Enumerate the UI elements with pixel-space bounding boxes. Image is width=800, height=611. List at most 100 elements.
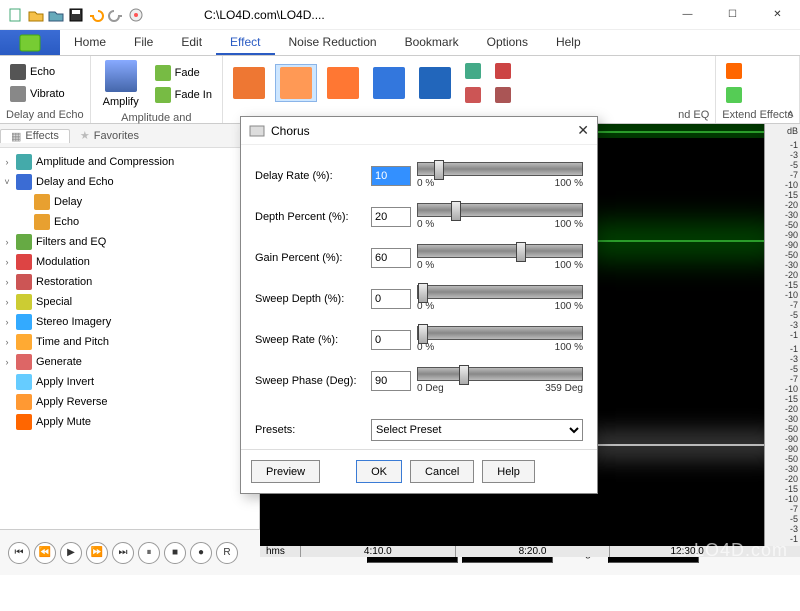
tab-options[interactable]: Options (473, 30, 542, 55)
tree-node[interactable]: ›Special (2, 292, 257, 312)
slider-thumb[interactable] (418, 283, 428, 303)
qat-new-icon[interactable] (8, 7, 24, 23)
qat-save-icon[interactable] (68, 7, 84, 23)
qat-undo-icon[interactable] (88, 7, 104, 23)
chevron-right-icon[interactable]: › (2, 237, 12, 247)
tree-node[interactable]: Apply Mute (2, 412, 257, 432)
tree-node-icon (16, 314, 32, 330)
record-button[interactable]: ● (190, 542, 212, 564)
param-input[interactable] (371, 166, 411, 186)
ribbon-echo-button[interactable]: Echo (6, 62, 69, 82)
param-slider[interactable]: 0 %100 % (417, 326, 583, 353)
chevron-right-icon[interactable]: › (2, 277, 12, 287)
tree-node[interactable]: ›Amplitude and Compression (2, 152, 257, 172)
param-slider[interactable]: 0 %100 % (417, 285, 583, 312)
ribbon-effect-btn-3[interactable] (323, 65, 363, 101)
tab-noise-reduction[interactable]: Noise Reduction (275, 30, 391, 55)
chevron-right-icon[interactable]: › (2, 157, 12, 167)
close-button[interactable]: ✕ (755, 0, 800, 29)
skip-start-button[interactable]: ⏮ (8, 542, 30, 564)
tree-node[interactable]: ›Generate (2, 352, 257, 372)
help-button[interactable]: Help (482, 460, 535, 483)
ribbon-effect-btn-2-selected[interactable] (275, 64, 317, 102)
ribbon-small-btn-d[interactable] (491, 85, 515, 105)
chevron-down-icon[interactable]: ˅ (2, 177, 12, 187)
param-slider[interactable]: 0 %100 % (417, 162, 583, 189)
tree-node[interactable]: Apply Reverse (2, 392, 257, 412)
slider-thumb[interactable] (516, 242, 526, 262)
ribbon-effect-btn-4[interactable] (369, 65, 409, 101)
tree-node[interactable]: ›Time and Pitch (2, 332, 257, 352)
tab-edit[interactable]: Edit (167, 30, 216, 55)
slider-thumb[interactable] (451, 201, 461, 221)
tree-node[interactable]: ›Modulation (2, 252, 257, 272)
chevron-right-icon[interactable]: › (2, 317, 12, 327)
slider-thumb[interactable] (418, 324, 428, 344)
stop-button[interactable]: ■ (164, 542, 186, 564)
chevron-right-icon[interactable]: › (2, 257, 12, 267)
time-ruler[interactable]: hms 4:10.0 8:20.0 12:30.0 (260, 546, 800, 557)
tree-child-node[interactable]: Delay (2, 192, 257, 212)
pause-button[interactable]: ⏸ (138, 542, 160, 564)
qat-redo-icon[interactable] (108, 7, 124, 23)
tree-node[interactable]: Apply Invert (2, 372, 257, 392)
skip-end-button[interactable]: ⏭ (112, 542, 134, 564)
app-menu-button[interactable] (0, 30, 60, 55)
ribbon-fade-label: Fade (175, 67, 200, 79)
chevron-right-icon[interactable]: › (2, 297, 12, 307)
slider-max: 100 % (555, 260, 583, 271)
ribbon-vibrato-button[interactable]: Vibrato (6, 84, 69, 104)
tree-node[interactable]: ›Filters and EQ (2, 232, 257, 252)
tree-node-label: Apply Reverse (36, 396, 108, 408)
ribbon-small-btn-c[interactable] (491, 61, 515, 81)
repeat-button[interactable]: R (216, 542, 238, 564)
param-slider[interactable]: 0 Deg359 Deg (417, 367, 583, 394)
ribbon-effect-btn-5[interactable] (415, 65, 455, 101)
ribbon-fadein-button[interactable]: Fade In (151, 85, 216, 105)
tree-node[interactable]: ›Restoration (2, 272, 257, 292)
presets-select[interactable]: Select Preset (371, 419, 583, 441)
ribbon-small-btn-a[interactable] (461, 61, 485, 81)
param-input[interactable] (371, 248, 411, 268)
qat-open-icon[interactable] (28, 7, 44, 23)
sidebar-tab-effects[interactable]: ▦Effects (0, 129, 70, 143)
param-slider[interactable]: 0 %100 % (417, 203, 583, 230)
tree-child-node[interactable]: Echo (2, 212, 257, 232)
rewind-button[interactable]: ⏪ (34, 542, 56, 564)
param-input[interactable] (371, 371, 411, 391)
ok-button[interactable]: OK (356, 460, 402, 483)
fast-forward-button[interactable]: ⏩ (86, 542, 108, 564)
param-input[interactable] (371, 289, 411, 309)
cancel-button[interactable]: Cancel (410, 460, 474, 483)
tab-bookmark[interactable]: Bookmark (391, 30, 473, 55)
ribbon-ext-btn-2[interactable] (722, 85, 746, 105)
slider-thumb[interactable] (459, 365, 469, 385)
sidebar-tab-favorites[interactable]: ★Favorites (70, 129, 149, 142)
ribbon-small-btn-b[interactable] (461, 85, 485, 105)
maximize-button[interactable]: ☐ (710, 0, 755, 29)
tree-node[interactable]: ˅Delay and Echo (2, 172, 257, 192)
tree-node[interactable]: ›Stereo Imagery (2, 312, 257, 332)
tab-home[interactable]: Home (60, 30, 120, 55)
ribbon-amplify-button[interactable]: Amplify (97, 58, 145, 110)
ribbon-ext-btn-1[interactable] (722, 61, 746, 81)
tab-help[interactable]: Help (542, 30, 595, 55)
param-input[interactable] (371, 330, 411, 350)
dialog-titlebar[interactable]: Chorus ✕ (241, 117, 597, 145)
dialog-close-button[interactable]: ✕ (577, 122, 589, 139)
play-button[interactable]: ▶ (60, 542, 82, 564)
ribbon-fade-button[interactable]: Fade (151, 63, 216, 83)
qat-open2-icon[interactable] (48, 7, 64, 23)
chevron-right-icon[interactable]: › (2, 337, 12, 347)
minimize-button[interactable]: — (665, 0, 710, 29)
qat-cd-icon[interactable] (128, 7, 144, 23)
param-input[interactable] (371, 207, 411, 227)
tab-file[interactable]: File (120, 30, 167, 55)
tab-effect[interactable]: Effect (216, 30, 274, 55)
ribbon-effect-btn-1[interactable] (229, 65, 269, 101)
slider-thumb[interactable] (434, 160, 444, 180)
param-slider[interactable]: 0 %100 % (417, 244, 583, 271)
preview-button[interactable]: Preview (251, 460, 320, 483)
chevron-right-icon[interactable]: › (2, 357, 12, 367)
ribbon-collapse-icon[interactable]: ˄ (787, 107, 794, 121)
